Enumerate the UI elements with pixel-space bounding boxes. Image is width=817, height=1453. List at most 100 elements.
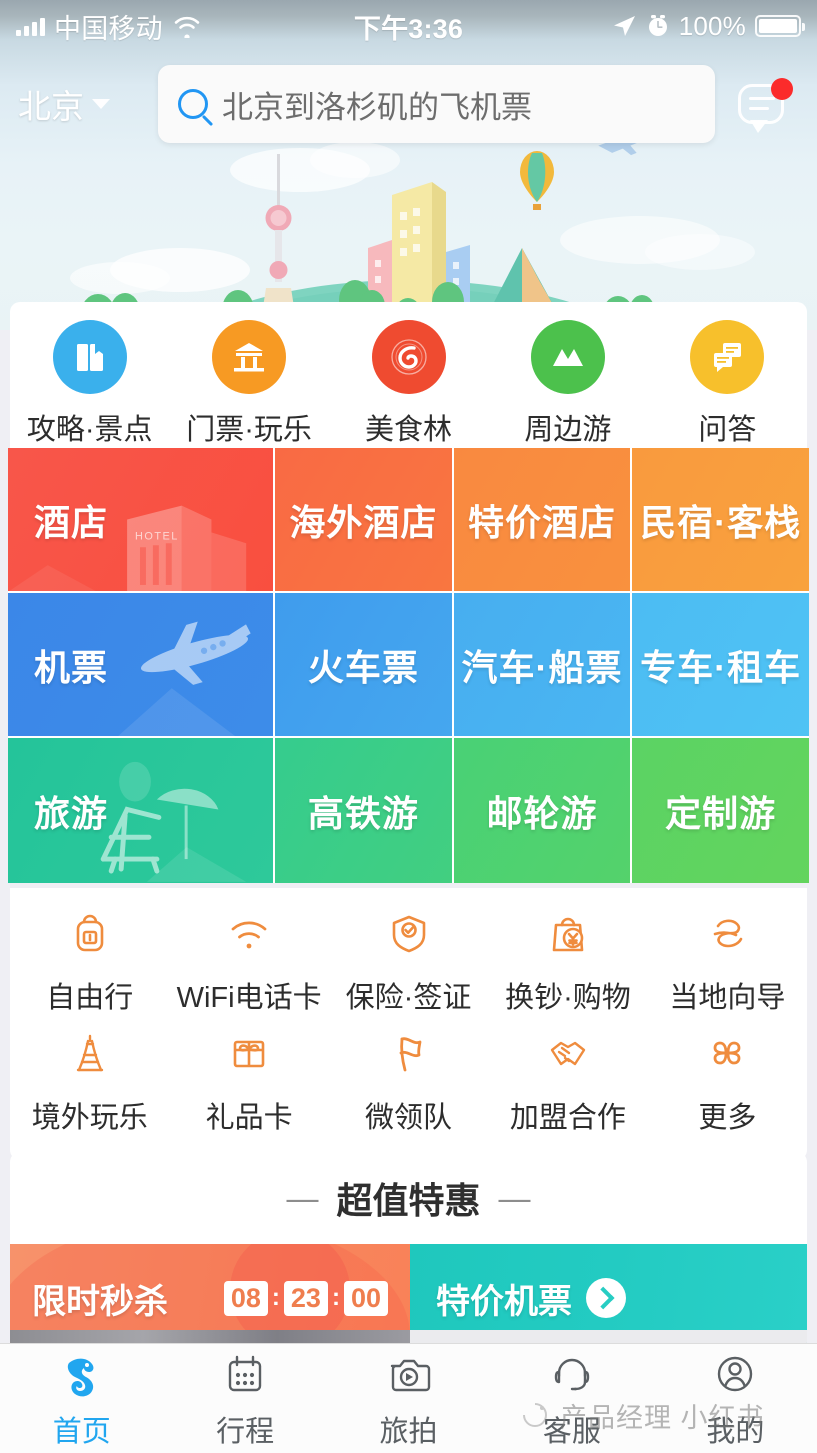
service-local-guide[interactable]: 当地向导	[648, 902, 807, 1016]
shield-check-icon	[378, 902, 440, 964]
carrier-label: 中国移动	[54, 13, 163, 44]
tile-row-hotel: HOTEL 酒店 海外酒店 特价酒店 民宿·客栈	[8, 448, 810, 593]
svg-text:HOTEL: HOTEL	[135, 530, 179, 542]
gourmet-forest-icon	[371, 320, 446, 394]
location-arrow-icon	[613, 16, 635, 36]
service-partnership[interactable]: 加盟合作	[488, 1022, 647, 1136]
chevron-right-circle-icon	[586, 1278, 626, 1318]
service-free-travel[interactable]: 自由行	[10, 902, 169, 1016]
flag-icon	[378, 1022, 440, 1084]
quick-icon-nearby[interactable]: 周边游	[488, 320, 647, 448]
quick-icon-guide[interactable]: 攻略·景点	[10, 320, 169, 448]
service-overseas-fun[interactable]: 境外玩乐	[10, 1022, 169, 1136]
hero-header: 中国移动 下午3:36 100% 北京 北京到洛杉矶的飞机票	[0, 0, 817, 330]
countdown-minutes: 23	[283, 1280, 328, 1316]
shopping-bag-yuan-icon	[537, 902, 599, 964]
gift-card-icon	[218, 1022, 280, 1084]
countdown-seconds: 00	[343, 1280, 388, 1316]
tab-profile[interactable]: 我的	[654, 1348, 817, 1450]
quick-icon-label: 美食林	[365, 414, 453, 446]
service-gift-card[interactable]: 礼品卡	[169, 1022, 328, 1136]
tile-label: 海外酒店	[289, 501, 438, 543]
tile-train[interactable]: 火车票	[275, 593, 454, 738]
wifi-signal-icon	[218, 902, 280, 964]
tile-cruise[interactable]: 邮轮游	[453, 738, 633, 883]
alarm-clock-icon	[648, 15, 667, 36]
user-profile-icon	[711, 1348, 759, 1400]
countdown-hours: 08	[223, 1280, 268, 1316]
guidebook-icon	[52, 320, 127, 394]
tab-label: 旅拍	[379, 1415, 438, 1448]
tile-row-transport: 机票 火车票 汽车·船票 专车·租车	[8, 593, 810, 738]
service-label: 换钞·购物	[505, 982, 631, 1014]
tab-trips[interactable]: 行程	[163, 1348, 326, 1450]
quick-icon-label: 攻略·景点	[26, 414, 153, 446]
message-button[interactable]	[723, 78, 799, 133]
status-bar: 中国移动 下午3:36 100%	[0, 0, 817, 52]
quick-icons-panel: 攻略·景点 门票·玩乐 美食林 周边游 问答	[10, 302, 807, 462]
pavilion-ticket-icon	[212, 320, 287, 394]
promo-title-text: 超值特惠	[336, 1180, 481, 1221]
service-icons-panel: 自由行 WiFi电话卡 保险·签证 换钞·购物 当地向导 境外玩乐 礼品卡 微领…	[10, 888, 807, 1160]
city-label: 北京	[18, 88, 84, 125]
signal-bars-icon	[16, 16, 45, 36]
service-label: 保险·签证	[345, 982, 472, 1014]
tile-label: 机票	[34, 646, 109, 688]
tile-custom-tour[interactable]: 定制游	[632, 738, 810, 883]
service-currency-shopping[interactable]: 换钞·购物	[488, 902, 647, 1016]
calendar-icon	[221, 1348, 269, 1400]
service-label: 自由行	[46, 982, 134, 1014]
quick-icon-tickets[interactable]: 门票·玩乐	[169, 320, 328, 448]
tile-label: 旅游	[34, 792, 109, 834]
service-insurance-visa[interactable]: 保险·签证	[329, 902, 488, 1016]
tile-label: 汽车·船票	[461, 646, 623, 688]
tile-hotel[interactable]: HOTEL 酒店	[8, 448, 275, 593]
battery-full-icon	[755, 15, 805, 37]
tile-flight[interactable]: 机票	[8, 593, 275, 738]
tile-overseas-hotel[interactable]: 海外酒店	[275, 448, 454, 593]
tile-tour[interactable]: 旅游	[8, 738, 275, 883]
quick-icons-row: 攻略·景点 门票·玩乐 美食林 周边游 问答	[10, 320, 807, 448]
more-grid-icon	[696, 1022, 758, 1084]
qa-chat-icon	[690, 320, 765, 394]
service-icons-row-2: 境外玩乐 礼品卡 微领队 加盟合作 更多	[10, 1022, 807, 1136]
chevron-down-icon	[92, 99, 110, 109]
service-wechat-leader[interactable]: 微领队	[329, 1022, 488, 1136]
tab-support[interactable]: 客服	[490, 1348, 653, 1450]
countdown-timer: 08 : 23 : 00	[223, 1280, 388, 1316]
search-icon	[178, 89, 208, 119]
tab-home[interactable]: 首页	[0, 1348, 163, 1450]
tile-homestay[interactable]: 民宿·客栈	[632, 448, 810, 593]
quick-icon-qa[interactable]: 问答	[648, 320, 807, 448]
bottom-tab-bar: 首页 行程 旅拍 客服 我的 产品经理 小红书	[0, 1343, 817, 1453]
city-selector[interactable]: 北京	[18, 80, 158, 128]
local-guide-icon	[696, 902, 758, 964]
promo-title: — 超值特惠 —	[10, 1152, 807, 1244]
tile-label: 高铁游	[307, 792, 419, 834]
service-wifi-simcard[interactable]: WiFi电话卡	[169, 902, 328, 1016]
tile-label: 民宿·客栈	[640, 501, 802, 543]
tab-label: 我的	[706, 1415, 765, 1448]
tile-discount-hotel[interactable]: 特价酒店	[453, 448, 633, 593]
service-label: 当地向导	[669, 982, 786, 1014]
service-label: 加盟合作	[509, 1102, 626, 1134]
mountain-icon	[530, 320, 605, 394]
search-input[interactable]: 北京到洛杉矶的飞机票	[158, 65, 715, 143]
tile-car-rental[interactable]: 专车·租车	[632, 593, 810, 738]
tab-label: 首页	[52, 1415, 111, 1448]
tab-label: 行程	[216, 1415, 275, 1448]
tile-label: 邮轮游	[486, 792, 598, 834]
quick-icon-label: 周边游	[524, 414, 612, 446]
service-more[interactable]: 更多	[648, 1022, 807, 1136]
tab-travel-photo[interactable]: 旅拍	[327, 1348, 490, 1450]
service-label: WiFi电话卡	[176, 982, 322, 1014]
tile-hsr-tour[interactable]: 高铁游	[275, 738, 454, 883]
notification-dot-icon	[771, 78, 793, 100]
handshake-icon	[537, 1022, 599, 1084]
tile-bus-ferry[interactable]: 汽车·船票	[453, 593, 633, 738]
flash-sale-label: 限时秒杀	[32, 1282, 168, 1321]
quick-icon-gourmet[interactable]: 美食林	[329, 320, 488, 448]
tab-label: 客服	[542, 1415, 601, 1448]
countdown-separator: :	[271, 1284, 280, 1311]
quick-icon-label: 门票·玩乐	[186, 414, 312, 446]
